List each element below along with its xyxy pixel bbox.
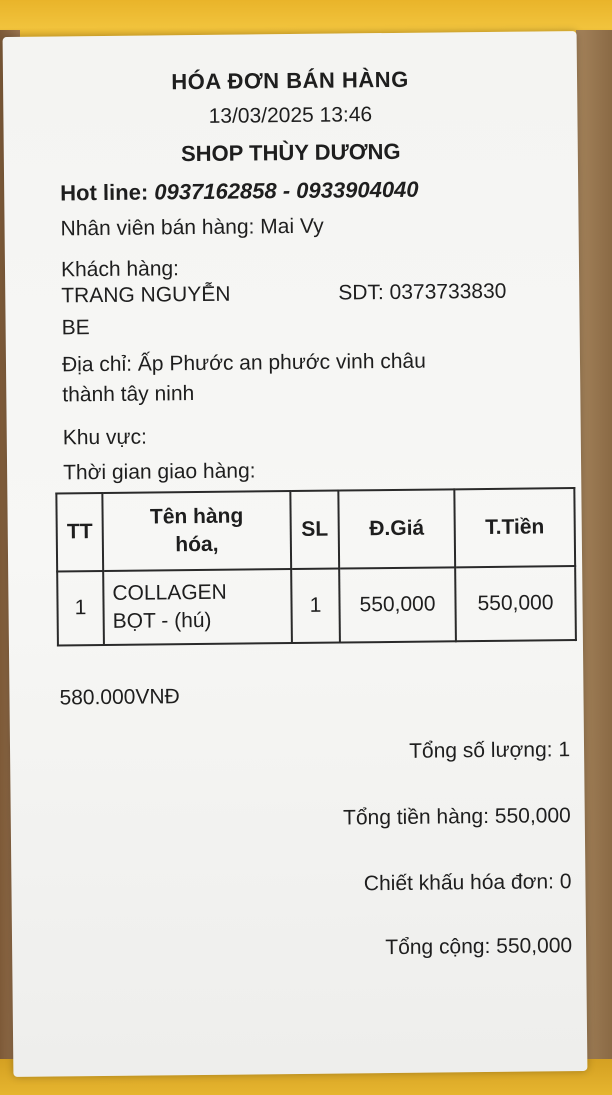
hotline-numbers: 0937162858 - 0933904040 [154,176,419,205]
receipt-datetime: 13/03/2025 13:46 [208,103,373,128]
table-header-row: TT Tên hàng hóa, SL Đ.Giá T.Tiền [56,488,576,572]
total-goods: Tổng tiền hàng: 550,000 [342,804,571,830]
header-name-line2: hóa, [175,532,219,557]
row-qty: 1 [291,568,340,644]
table-row: 1 COLLAGEN BỌT - (hú) 1 550,000 550,000 [57,566,576,646]
handwritten-note: 580.000VNĐ [59,685,180,710]
hotline: Hot line: 0937162858 - 0933904040 [60,177,419,207]
delivery-area: Khu vực: [62,425,147,450]
row-name: COLLAGEN BỌT - (hú) [103,569,292,646]
row-name-line1: COLLAGEN [112,580,227,605]
customer-name-line2: BE [61,316,90,340]
header-amount: T.Tiền [454,488,576,568]
shop-name: SHOP THÙY DƯƠNG [180,138,401,167]
items-table: TT Tên hàng hóa, SL Đ.Giá T.Tiền 1 COLLA… [55,487,577,646]
row-amount: 550,000 [455,566,576,642]
sales-receipt: HÓA ĐƠN BÁN HÀNG 13/03/2025 13:46 SHOP T… [2,31,588,1077]
total-quantity: Tổng số lượng: 1 [409,738,571,763]
row-index: 1 [57,571,104,646]
customer-label: Khách hàng: [60,257,180,282]
header-qty: SL [290,490,340,570]
header-name-line1: Tên hàng [149,504,244,529]
address-line2: thành tây ninh [62,382,195,407]
customer-name-line1: TRANG NGUYỄN [61,282,231,308]
address-line1: Địa chỉ: Ấp Phước an phước vinh châu [61,349,426,377]
receipt-title: HÓA ĐƠN BÁN HÀNG [171,66,409,95]
header-name: Tên hàng hóa, [102,491,292,572]
customer-phone: SDT: 0373733830 [338,279,507,305]
header-price: Đ.Giá [338,489,456,569]
header-index: TT [56,493,104,572]
invoice-discount: Chiết khấu hóa đơn: 0 [363,870,572,896]
row-name-line2: BỌT - (hú) [112,608,212,633]
staff-name: Nhân viên bán hàng: Mai Vy [60,214,324,241]
row-price: 550,000 [339,567,456,643]
hotline-label: Hot line: [60,179,149,206]
grand-total: Tổng cộng: 550,000 [385,934,573,960]
delivery-time: Thời gian giao hàng: [63,459,256,485]
